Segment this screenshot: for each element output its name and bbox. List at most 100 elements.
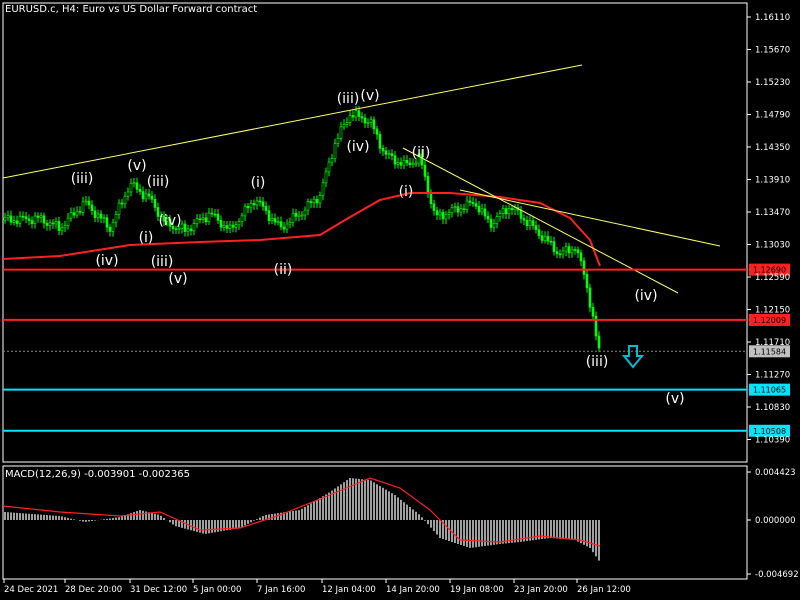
candle-body [366,121,370,124]
candle-body [42,215,46,224]
candle-body [405,159,409,164]
time-label: 23 Jan 20:00 [514,585,568,595]
wave-label[interactable]: (iii) [337,91,360,107]
candle-body [30,220,34,224]
wave-label[interactable]: (iii) [71,171,94,187]
wave-label[interactable]: (iii) [147,174,170,190]
wave-label[interactable]: (v) [127,158,146,174]
candle-body [219,220,223,228]
price-tick-label: 1.12590 [755,273,790,283]
candle-body [72,212,76,216]
price-tick-label: 1.14350 [755,143,790,153]
candle-body [582,260,586,275]
candle-body [135,182,139,190]
candle-body [231,224,235,228]
wave-label[interactable]: (iii) [586,354,609,370]
candle-body [201,217,205,220]
wave-label[interactable]: (ii) [412,145,431,161]
trendline[interactable] [459,189,721,247]
candle-body [432,203,436,211]
candle-body [429,193,433,205]
candle-body [306,201,310,211]
candle-body [549,240,553,243]
wave-label[interactable]: (v) [665,391,684,407]
candle-body [237,221,241,226]
candle-body [468,200,472,203]
wave-label[interactable]: (iv) [158,213,181,229]
chart-canvas[interactable]: 1.126901.120091.110651.105081.11584 (iii… [0,0,800,600]
candle-body [525,219,529,227]
wave-label[interactable]: (v) [360,88,379,104]
candle-body [390,153,394,157]
candle-body [36,215,40,218]
candle-body [54,221,58,225]
candle-body [258,200,262,203]
candle-body [345,122,349,125]
candle-body [3,217,7,221]
candle-body [456,206,460,213]
level-tag-label: 1.10508 [753,427,786,436]
price-tick-label: 1.10830 [755,403,790,413]
wave-label[interactable]: (iii) [151,254,174,270]
candle-body [288,221,292,225]
candle-body [438,211,442,216]
candle-body [285,223,289,230]
wave-label[interactable]: (iv) [346,139,369,155]
candle-body [6,215,10,219]
wave-label[interactable]: (iv) [95,253,118,269]
candle-body [309,201,313,204]
candle-body [225,225,229,229]
candle-body [375,128,379,135]
candle-body [279,221,283,228]
candle-body [348,115,352,123]
candle-body [249,203,253,209]
symbol-description: Euro vs US Dollar Forward contract [82,4,258,15]
candle-body [591,307,595,317]
price-tick-label: 1.15670 [755,46,790,56]
candle-body [144,193,148,200]
wave-label[interactable]: (i) [399,184,414,200]
wave-label[interactable]: (v) [168,271,187,287]
candle-body [561,250,565,255]
candle-body [150,195,154,200]
macd-axis-label: -0.004692 [755,570,799,580]
candle-body [426,176,430,194]
candle-body [246,206,250,209]
candle-body [423,164,427,177]
candle-body [96,213,100,218]
wave-label[interactable]: (i) [251,175,266,191]
candle-body [489,218,493,228]
macd-title: MACD(12,26,9) -0.003901 -0.002365 [5,469,190,480]
wave-label[interactable]: (ii) [274,262,293,278]
candle-body [141,191,145,200]
candle-body [264,206,268,211]
candle-body [492,223,496,228]
candle-body [531,220,535,226]
candle-body [78,211,82,213]
candle-body [576,249,580,254]
candle-body [108,226,112,232]
candle-body [555,251,559,255]
candle-body [330,158,334,163]
candle-body [408,162,412,166]
candle-body [129,183,133,193]
candle-body [33,215,37,224]
wave-label[interactable]: (iv) [634,288,657,304]
candle-body [465,200,469,210]
time-label: 31 Dec 12:00 [130,585,187,595]
wave-label[interactable]: (i) [139,230,154,246]
macd-axis-label: 0.000000 [755,516,796,526]
candle-body [411,163,415,166]
sell-arrow-icon[interactable] [621,345,645,369]
candle-body [300,214,304,217]
price-tick-label: 1.11710 [755,338,790,348]
candle-body [45,222,49,226]
candle-body [57,221,61,231]
candle-body [75,211,79,216]
trendline[interactable] [2,64,583,179]
trendline[interactable] [402,147,679,294]
candle-body [243,206,247,217]
candle-body [597,335,601,349]
candle-body [363,117,367,124]
candle-body [48,222,52,226]
